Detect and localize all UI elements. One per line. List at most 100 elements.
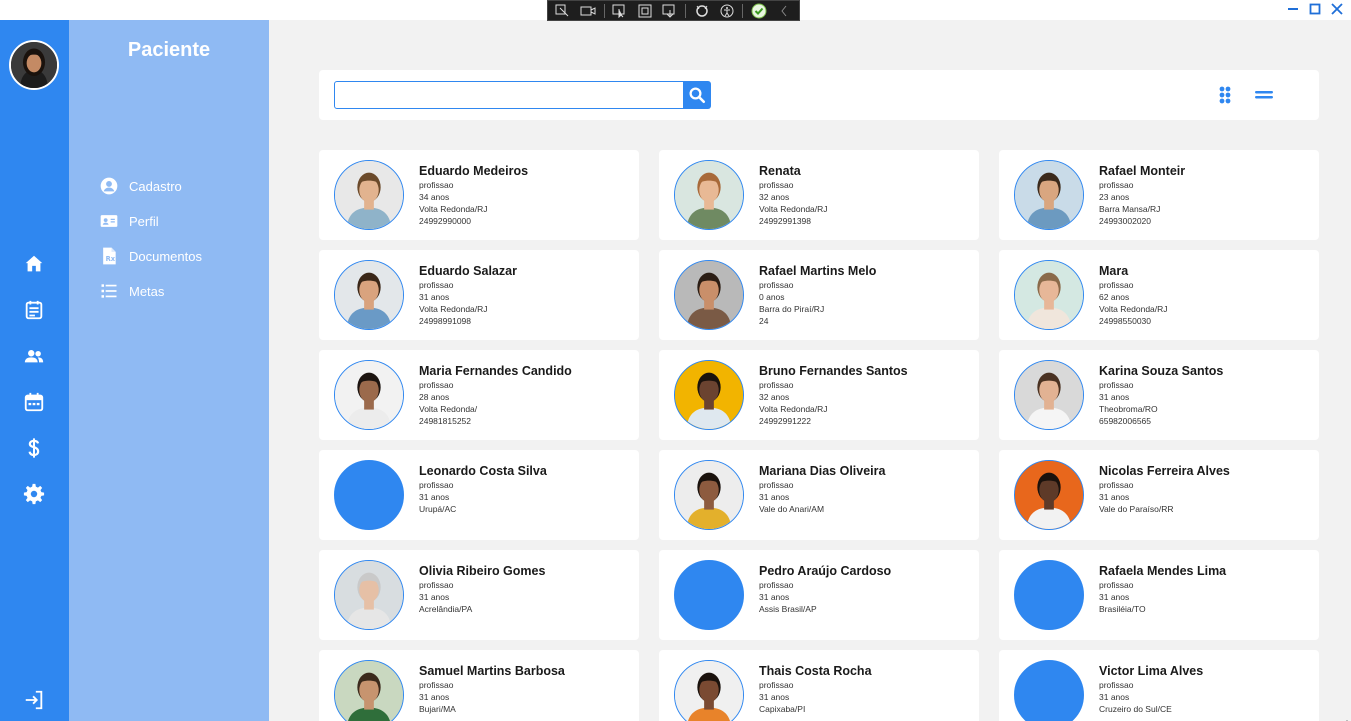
resize-grip-icon[interactable] bbox=[1341, 711, 1349, 721]
patient-name: Nicolas Ferreira Alves bbox=[1099, 464, 1230, 478]
patient-age: 32 anos bbox=[759, 392, 790, 402]
patient-age: 31 anos bbox=[419, 492, 450, 502]
patient-card[interactable]: Eduardo Salazar profissao 31 anos Volta Red… bbox=[319, 250, 639, 340]
layout-adorner-icon[interactable] bbox=[636, 3, 655, 19]
patient-city: Vale do Anari/AM bbox=[759, 504, 825, 514]
patient-age: 31 anos bbox=[759, 692, 790, 702]
patient-photo bbox=[1014, 660, 1084, 721]
patient-photo bbox=[1014, 260, 1084, 330]
record-icon[interactable] bbox=[579, 3, 598, 19]
patient-info: Thais Costa Rocha profissao 31 anos Capixab… bbox=[759, 664, 872, 715]
patient-age: 0 anos bbox=[759, 292, 785, 302]
check-circle-icon[interactable] bbox=[749, 3, 768, 19]
notes-icon[interactable] bbox=[22, 298, 46, 322]
patient-card[interactable]: Pedro Araújo Cardoso profissao 31 anos Assi… bbox=[659, 550, 979, 640]
maximize-icon[interactable] bbox=[1307, 1, 1323, 17]
patient-info: Rafael Martins Melo profissao 0 anos Barra … bbox=[759, 264, 876, 327]
patient-card[interactable]: Bruno Fernandes Santos profissao 32 anos Vo… bbox=[659, 350, 979, 440]
patient-photo bbox=[674, 460, 744, 530]
search-button[interactable] bbox=[683, 81, 711, 109]
select-element-icon[interactable] bbox=[611, 3, 630, 19]
search-icon bbox=[689, 87, 706, 104]
patient-card[interactable]: Maria Fernandes Candido profissao 28 anos V… bbox=[319, 350, 639, 440]
patient-city: Volta Redonda/RJ bbox=[419, 204, 488, 214]
minimize-icon[interactable] bbox=[1285, 1, 1301, 17]
track-focus-icon[interactable] bbox=[661, 3, 680, 19]
patient-profession: profissao bbox=[419, 180, 454, 190]
patient-profession: profissao bbox=[759, 680, 794, 690]
patient-city: Barra Mansa/RJ bbox=[1099, 204, 1161, 214]
patient-card[interactable]: Karina Souza Santos profissao 31 anos Theob… bbox=[999, 350, 1319, 440]
patient-phone: 24992991398 bbox=[759, 216, 812, 226]
patient-photo bbox=[674, 260, 744, 330]
patient-profession: profissao bbox=[1099, 680, 1134, 690]
patient-card[interactable]: Victor Lima Alves profissao 31 anos Cruzeir… bbox=[999, 650, 1319, 721]
patient-photo bbox=[334, 360, 404, 430]
grid-view-button[interactable] bbox=[1217, 85, 1233, 105]
patient-info: Rafael Monteir profissao 23 anos Barra Mans… bbox=[1099, 164, 1185, 227]
patient-phone: 24992990000 bbox=[419, 216, 472, 226]
patient-profession: profissao bbox=[419, 680, 454, 690]
patient-card[interactable]: Mariana Dias Oliveira profissao 31 anos Val… bbox=[659, 450, 979, 540]
patient-profession: profissao bbox=[419, 580, 454, 590]
patient-card[interactable]: Eduardo Medeiros profissao 34 anos Volta Re… bbox=[319, 150, 639, 240]
patient-photo bbox=[334, 460, 404, 530]
patient-photo bbox=[334, 260, 404, 330]
patient-card[interactable]: Olivia Ribeiro Gomes profissao 31 anos Acre… bbox=[319, 550, 639, 640]
patient-card[interactable]: Renata profissao 32 anos Volta Redonda/RJ 24… bbox=[659, 150, 979, 240]
patient-card[interactable]: Mara profissao 62 anos Volta Redonda/RJ 2499… bbox=[999, 250, 1319, 340]
patient-name: Karina Souza Santos bbox=[1099, 364, 1224, 378]
patient-city: Volta Redonda/RJ bbox=[1099, 304, 1168, 314]
patient-card[interactable]: Rafael Martins Melo profissao 0 anos Barra … bbox=[659, 250, 979, 340]
patient-profession: profissao bbox=[1099, 580, 1134, 590]
logout-icon[interactable] bbox=[22, 688, 46, 712]
patient-card[interactable]: Nicolas Ferreira Alves profissao 31 anos Va… bbox=[999, 450, 1319, 540]
patient-phone: 24992991222 bbox=[759, 416, 812, 426]
home-icon[interactable] bbox=[22, 252, 46, 276]
patient-card[interactable]: Leonardo Costa Silva profissao 31 anos Urup… bbox=[319, 450, 639, 540]
patient-profession: profissao bbox=[419, 480, 454, 490]
accessibility-icon[interactable] bbox=[717, 3, 736, 19]
calendar-icon[interactable] bbox=[22, 390, 46, 414]
patient-name: Olivia Ribeiro Gomes bbox=[419, 564, 546, 578]
debug-toolbar bbox=[547, 0, 800, 21]
patient-card[interactable]: Rafael Monteir profissao 23 anos Barra Mans… bbox=[999, 150, 1319, 240]
list-view-button[interactable] bbox=[1253, 85, 1275, 105]
patient-age: 32 anos bbox=[759, 192, 790, 202]
patient-card[interactable]: Thais Costa Rocha profissao 31 anos Capixab… bbox=[659, 650, 979, 721]
sidebar-item-perfil[interactable]: Perfil bbox=[99, 210, 159, 232]
patient-info: Bruno Fernandes Santos profissao 32 anos Vo… bbox=[759, 364, 908, 427]
patient-name: Eduardo Salazar bbox=[419, 264, 517, 278]
patient-info: Olivia Ribeiro Gomes profissao 31 anos Acre… bbox=[419, 564, 545, 615]
hot-reload-icon[interactable] bbox=[692, 3, 711, 19]
patient-card[interactable]: Rafaela Mendes Lima profissao 31 anos Brasi… bbox=[999, 550, 1319, 640]
patient-photo bbox=[1014, 160, 1084, 230]
patient-name: Mara bbox=[1099, 264, 1129, 278]
gear-icon[interactable] bbox=[22, 482, 46, 506]
search-input[interactable] bbox=[334, 81, 684, 109]
sidebar-item-cadastro[interactable]: Cadastro bbox=[99, 175, 182, 197]
patient-age: 62 anos bbox=[1099, 292, 1130, 302]
toolbar-separator bbox=[685, 3, 687, 18]
patient-age: 31 anos bbox=[1099, 392, 1130, 402]
user-avatar[interactable] bbox=[9, 40, 59, 90]
patient-age: 23 anos bbox=[1099, 192, 1130, 202]
search-bar bbox=[319, 70, 1319, 120]
patient-phone: 24 bbox=[759, 316, 769, 326]
collapse-toolbar-icon[interactable] bbox=[774, 3, 793, 19]
group-icon[interactable] bbox=[22, 344, 46, 368]
dollar-icon[interactable] bbox=[22, 436, 46, 460]
sidebar-item-metas[interactable]: Metas bbox=[99, 280, 164, 302]
patient-name: Rafael Martins Melo bbox=[759, 264, 877, 278]
app-window: Paciente Cadastro Perfil Rx Documentos M… bbox=[0, 0, 1351, 721]
live-tree-icon[interactable] bbox=[554, 3, 573, 19]
sidebar-item-documentos[interactable]: Rx Documentos bbox=[99, 245, 202, 267]
patient-info: Samuel Martins Barbosa profissao 31 anos Bu… bbox=[419, 664, 565, 715]
patient-card[interactable]: Samuel Martins Barbosa profissao 31 anos Bu… bbox=[319, 650, 639, 721]
close-icon[interactable] bbox=[1329, 1, 1345, 17]
patient-info: Renata profissao 32 anos Volta Redonda/RJ 24… bbox=[759, 164, 828, 227]
patient-phone: 65982006565 bbox=[1099, 416, 1152, 426]
patient-city: Volta Redonda/ bbox=[419, 404, 478, 414]
vertical-scrollbar[interactable] bbox=[1343, 20, 1351, 721]
sidebar-item-label: Cadastro bbox=[129, 178, 182, 194]
